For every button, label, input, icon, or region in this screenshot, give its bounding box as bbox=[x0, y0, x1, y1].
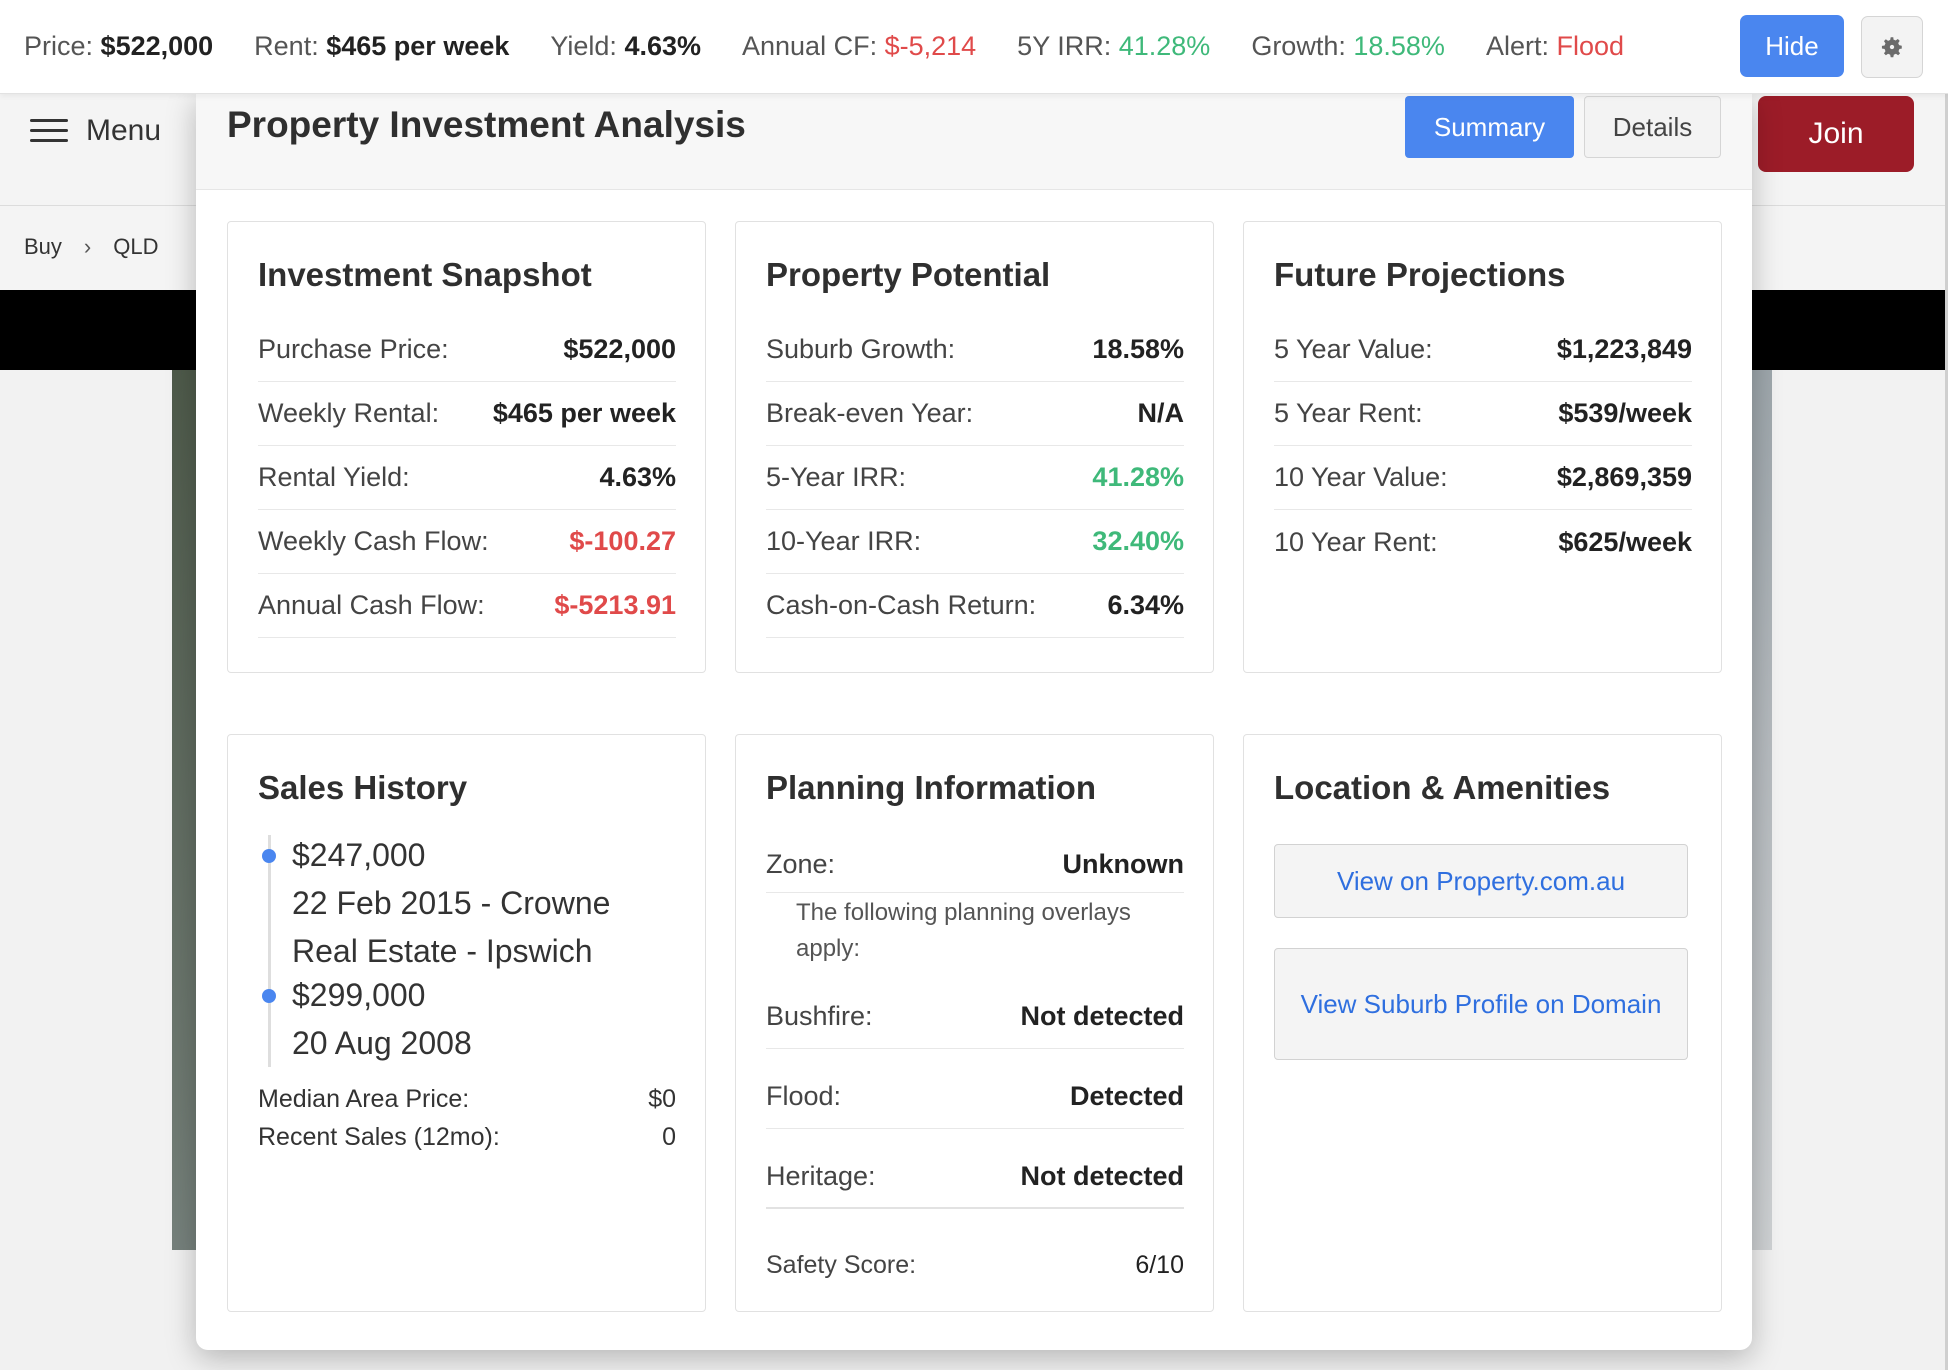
stat-annual-cf: Annual CF: $-5,214 bbox=[742, 31, 977, 61]
modal-title: Property Investment Analysis bbox=[227, 104, 746, 145]
snapshot-row: Rental Yield: 4.63% bbox=[258, 446, 676, 510]
sale-price: $299,000 bbox=[292, 977, 426, 1013]
join-button[interactable]: Join bbox=[1758, 96, 1914, 172]
snapshot-row: Annual Cash Flow: $-5213.91 bbox=[258, 574, 676, 638]
projection-row: 10 Year Value: $2,869,359 bbox=[1274, 446, 1692, 510]
stat-yield: Yield: 4.63% bbox=[550, 31, 701, 61]
projection-row: 5 Year Rent: $539/week bbox=[1274, 382, 1692, 446]
projection-row: 5 Year Value: $1,223,849 bbox=[1274, 318, 1692, 382]
recent-sales: Recent Sales (12mo): 0 bbox=[258, 1123, 676, 1151]
bushfire-row: Bushfire: Not detected bbox=[766, 985, 1184, 1049]
chevron-right-icon: › bbox=[83, 234, 92, 259]
breadcrumb-qld[interactable]: QLD bbox=[113, 234, 158, 260]
card-title: Property Potential bbox=[766, 256, 1051, 293]
stat-rent: Rent: $465 per week bbox=[254, 31, 510, 61]
sale-entry: $299,000 20 Aug 2008 bbox=[292, 971, 682, 1067]
tab-summary[interactable]: Summary bbox=[1405, 96, 1574, 158]
hide-button[interactable]: Hide bbox=[1740, 15, 1844, 77]
sale-detail: 20 Aug 2008 bbox=[292, 1025, 472, 1061]
breadcrumb-buy[interactable]: Buy bbox=[24, 234, 62, 260]
timeline-dot bbox=[262, 989, 276, 1003]
safety-score-row: Safety Score: 6/10 bbox=[766, 1250, 1184, 1279]
future-projections-card: Future Projections 5 Year Value: $1,223,8… bbox=[1243, 221, 1722, 673]
heritage-row: Heritage: Not detected bbox=[766, 1145, 1184, 1209]
stat-price: Price: $522,000 bbox=[24, 31, 214, 61]
view-suburb-profile-button[interactable]: View Suburb Profile on Domain bbox=[1274, 948, 1688, 1060]
flood-row: Flood: Detected bbox=[766, 1065, 1184, 1129]
stat-growth: Growth: 18.58% bbox=[1251, 31, 1445, 61]
sale-detail: 22 Feb 2015 - Crowne Real Estate - Ipswi… bbox=[292, 885, 611, 969]
location-amenities-card: Location & Amenities View on Property.co… bbox=[1243, 734, 1722, 1312]
sale-price: $247,000 bbox=[292, 837, 426, 873]
card-title: Future Projections bbox=[1274, 256, 1566, 293]
potential-row: Suburb Growth: 18.58% bbox=[766, 318, 1184, 382]
view-property-com-au-button[interactable]: View on Property.com.au bbox=[1274, 844, 1688, 918]
card-title: Investment Snapshot bbox=[258, 256, 592, 293]
card-title: Location & Amenities bbox=[1274, 769, 1611, 806]
investment-snapshot-card: Investment Snapshot Purchase Price: $522,… bbox=[227, 221, 706, 673]
snapshot-row: Weekly Cash Flow: $-100.27 bbox=[258, 510, 676, 574]
investment-stats-bar: Price: $522,000 Rent: $465 per week Yiel… bbox=[0, 0, 1948, 94]
menu-button[interactable]: Menu bbox=[30, 114, 161, 148]
potential-row: Cash-on-Cash Return: 6.34% bbox=[766, 574, 1184, 638]
stat-irr: 5Y IRR: 41.28% bbox=[1017, 31, 1211, 61]
card-title: Sales History bbox=[258, 769, 468, 806]
stat-alert: Alert: Flood bbox=[1485, 31, 1625, 61]
sales-history-card: Sales History $247,000 22 Feb 2015 - Cro… bbox=[227, 734, 706, 1312]
hamburger-icon bbox=[30, 119, 68, 143]
sale-entry: $247,000 22 Feb 2015 - Crowne Real Estat… bbox=[292, 831, 682, 975]
projection-row: 10 Year Rent: $625/week bbox=[1274, 526, 1692, 557]
potential-row: 5-Year IRR: 41.28% bbox=[766, 446, 1184, 510]
snapshot-row: Weekly Rental: $465 per week bbox=[258, 382, 676, 446]
modal-header: Property Investment Analysis Summary Det… bbox=[196, 94, 1752, 190]
median-area-price: Median Area Price: $0 bbox=[258, 1085, 676, 1113]
investment-analysis-modal: Property Investment Analysis Summary Det… bbox=[196, 94, 1752, 1350]
gear-icon bbox=[1881, 37, 1903, 58]
settings-button[interactable] bbox=[1861, 16, 1923, 78]
tab-details[interactable]: Details bbox=[1584, 96, 1721, 158]
card-title: Planning Information bbox=[766, 769, 1096, 806]
timeline-dot bbox=[262, 849, 276, 863]
menu-label: Menu bbox=[86, 114, 162, 147]
potential-row: 10-Year IRR: 32.40% bbox=[766, 510, 1184, 574]
planning-information-card: Planning Information Zone: Unknown The fo… bbox=[735, 734, 1214, 1312]
timeline-line bbox=[268, 835, 271, 1067]
zone-row: Zone: Unknown bbox=[766, 837, 1184, 893]
snapshot-row: Purchase Price: $522,000 bbox=[258, 318, 676, 382]
property-potential-card: Property Potential Suburb Growth: 18.58% … bbox=[735, 221, 1214, 673]
overlay-note: The following planning overlays apply: bbox=[796, 899, 1131, 962]
potential-row: Break-even Year: N/A bbox=[766, 382, 1184, 446]
